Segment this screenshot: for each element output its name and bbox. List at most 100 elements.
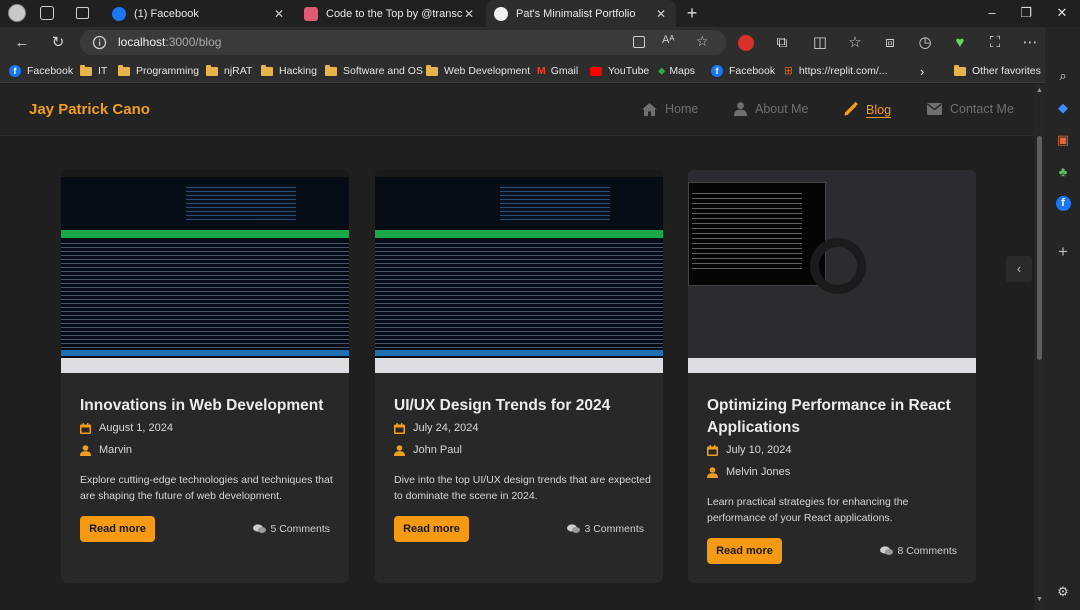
settings-gear-icon[interactable]: ⚙	[1054, 583, 1072, 601]
post-thumbnail[interactable]	[61, 170, 349, 373]
read-more-button[interactable]: Read more	[707, 538, 782, 564]
more-menu-icon[interactable]: ⋯	[1020, 34, 1040, 52]
split-screen-icon[interactable]: ◫	[810, 34, 830, 52]
scroll-down-arrow-icon[interactable]: ▼	[1036, 596, 1043, 603]
favorite-star-icon[interactable]: ☆	[696, 33, 709, 50]
favorite-label: Software and OS	[343, 65, 423, 77]
user-icon	[734, 102, 747, 116]
favorites-overflow-chevron-icon[interactable]: ›	[920, 63, 924, 79]
facebook-icon[interactable]: f	[1054, 193, 1072, 211]
tab-portfolio[interactable]: Pat's Minimalist Portfolio ✕	[486, 0, 676, 27]
scrollbar[interactable]: ▲ ▼	[1034, 84, 1045, 610]
favorite-facebook[interactable]: f Facebook	[9, 63, 73, 79]
address-bar[interactable]: localhost:3000/blog Aᴬ ☆	[80, 30, 726, 55]
calendar-icon	[80, 422, 91, 434]
workspaces-icon[interactable]	[40, 6, 54, 20]
favorite-folder-programming[interactable]: Programming	[118, 63, 199, 79]
tab-title: Code to the Top by @transcende	[326, 7, 462, 20]
tab-code-to-the-top[interactable]: Code to the Top by @transcende ✕	[296, 0, 484, 27]
tree-icon[interactable]: ♣	[1054, 163, 1072, 181]
restore-button[interactable]: ❐	[1014, 4, 1038, 22]
favorite-label: Other favorites	[972, 65, 1041, 77]
post-date: July 24, 2024	[394, 422, 478, 434]
close-window-button[interactable]: ✕	[1050, 4, 1074, 22]
favorites-icon[interactable]: ☆	[845, 34, 865, 52]
favorite-gmail[interactable]: M Gmail	[537, 63, 578, 79]
edge-sidebar: ⌕ ◆ ▣ ♣ f + ⚙	[1045, 27, 1080, 610]
favorite-folder-hacking[interactable]: Hacking	[261, 63, 317, 79]
favorite-label: Hacking	[279, 65, 317, 77]
blog-card: Innovations in Web Development August 1,…	[61, 170, 349, 583]
add-icon[interactable]: +	[1054, 243, 1072, 261]
favorite-label: IT	[98, 65, 108, 77]
performance-icon[interactable]: ♥	[950, 34, 970, 52]
read-more-button[interactable]: Read more	[80, 516, 155, 542]
search-icon[interactable]: ⌕	[1054, 67, 1072, 85]
favorite-facebook-2[interactable]: f Facebook	[711, 63, 775, 79]
nav-blog[interactable]: Blog	[843, 102, 891, 117]
post-title[interactable]: Innovations in Web Development	[80, 395, 335, 417]
read-aloud-icon[interactable]: Aᴬ	[662, 34, 674, 46]
github-icon	[494, 6, 508, 21]
post-excerpt: Dive into the top UI/UX design trends th…	[394, 474, 651, 502]
user-icon	[394, 444, 405, 456]
screenshot-icon[interactable]: ⛶	[985, 34, 1005, 52]
htop-header-bar	[375, 230, 663, 238]
history-icon[interactable]: ◷	[915, 34, 935, 52]
post-date: July 10, 2024	[707, 444, 791, 456]
extensions-icon[interactable]: ⧉	[772, 34, 792, 52]
collections-icon[interactable]: ⧈	[880, 34, 900, 52]
tab-facebook[interactable]: (1) Facebook ✕	[104, 0, 294, 27]
ubuntu-logo-icon	[810, 238, 866, 294]
favorite-replit[interactable]: ⊞ https://replit.com/...	[784, 63, 888, 79]
nav-home[interactable]: Home	[642, 102, 698, 116]
user-icon	[707, 466, 718, 478]
scroll-up-arrow-icon[interactable]: ▲	[1036, 87, 1043, 94]
app-available-icon[interactable]	[633, 36, 645, 48]
favorite-label: Facebook	[27, 65, 74, 77]
comment-count-text: 5 Comments	[270, 523, 330, 535]
favorite-youtube[interactable]: YouTube	[590, 63, 649, 79]
read-more-button[interactable]: Read more	[394, 516, 469, 542]
post-author: Marvin	[80, 444, 132, 456]
post-title[interactable]: Optimizing Performance in React Applicat…	[707, 395, 962, 439]
close-icon[interactable]: ✕	[272, 7, 286, 21]
refresh-button[interactable]: ↻	[48, 34, 68, 52]
brand-name[interactable]: Jay Patrick Cano	[29, 101, 150, 118]
favorite-folder-njrat[interactable]: njRAT	[206, 63, 252, 79]
info-icon[interactable]	[92, 35, 107, 50]
envelope-icon	[927, 103, 942, 115]
comment-count[interactable]: 8 Comments	[880, 545, 957, 557]
vertical-tabs-icon[interactable]	[76, 7, 89, 19]
htop-process-list	[375, 240, 663, 350]
extension-red-icon[interactable]	[738, 35, 754, 51]
folder-icon	[325, 64, 337, 76]
post-thumbnail[interactable]	[688, 170, 976, 373]
briefcase-icon[interactable]: ▣	[1054, 131, 1072, 149]
favorite-folder-other[interactable]: Other favorites	[954, 63, 1041, 79]
folder-icon	[118, 64, 130, 76]
comment-count[interactable]: 5 Comments	[253, 523, 330, 535]
new-tab-button[interactable]: +	[682, 3, 702, 23]
scrollbar-thumb[interactable]	[1037, 136, 1042, 360]
favorite-folder-it[interactable]: IT	[80, 63, 107, 79]
favorite-folder-webdev[interactable]: Web Development	[426, 63, 530, 79]
youtube-icon	[590, 66, 602, 76]
page-viewport: Jay Patrick Cano Home About Me Blog Cont…	[0, 84, 1034, 610]
browser-toolbar: ← ↻ localhost:3000/blog Aᴬ ☆ ⧉ ◫ ☆ ⧈ ◷ ♥…	[0, 27, 1080, 59]
nav-contact[interactable]: Contact Me	[927, 102, 1014, 116]
favorite-folder-software[interactable]: Software and OS	[325, 63, 423, 79]
post-thumbnail[interactable]	[375, 170, 663, 373]
close-icon[interactable]: ✕	[654, 7, 668, 21]
profile-avatar[interactable]	[8, 4, 26, 22]
back-button[interactable]: ←	[12, 34, 32, 52]
post-excerpt: Learn practical strategies for enhancing…	[707, 496, 909, 524]
minimize-button[interactable]: –	[980, 4, 1004, 22]
nav-about[interactable]: About Me	[734, 102, 809, 116]
tag-icon[interactable]: ◆	[1054, 99, 1072, 117]
comment-count[interactable]: 3 Comments	[567, 523, 644, 535]
post-title[interactable]: UI/UX Design Trends for 2024	[394, 395, 649, 417]
chevron-left-icon[interactable]: ‹	[1006, 256, 1032, 282]
close-icon[interactable]: ✕	[462, 7, 476, 21]
favorite-maps[interactable]: ⬥ Maps	[658, 63, 695, 79]
